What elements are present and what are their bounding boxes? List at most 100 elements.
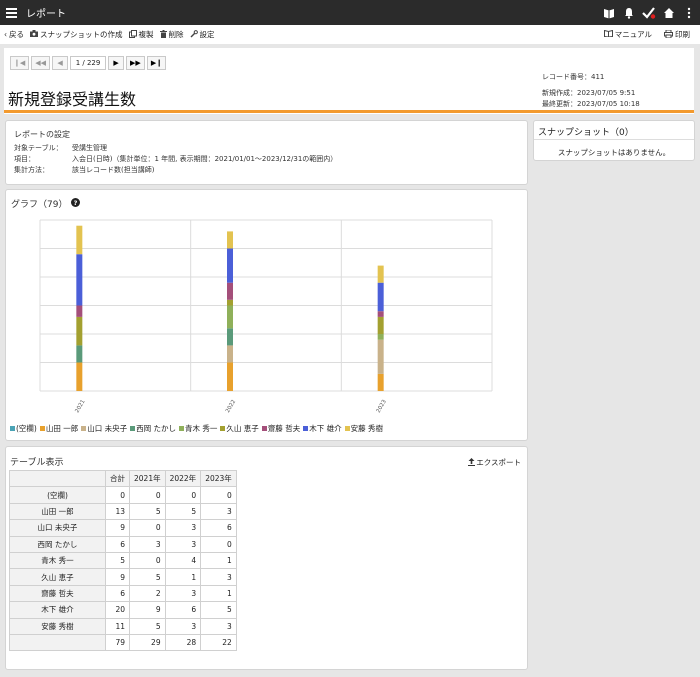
printer-icon xyxy=(664,29,673,40)
print-button[interactable]: 印刷 xyxy=(664,29,690,40)
check-icon[interactable] xyxy=(642,0,656,25)
book-open-icon xyxy=(603,29,613,39)
legend-item[interactable]: 安藤 秀樹 xyxy=(344,423,383,434)
legend-item[interactable]: 山田 一郎 xyxy=(39,423,78,434)
bar-segment[interactable] xyxy=(377,265,384,283)
legend-swatch xyxy=(10,426,15,431)
legend-label: 木下 雄介 xyxy=(309,424,342,433)
table-cell: 5 xyxy=(129,617,166,635)
column-header: 合計 xyxy=(105,469,130,488)
delete-button[interactable]: 削除 xyxy=(159,29,184,40)
column-header: 2023年 xyxy=(200,469,237,488)
data-table: 合計 2021年 2022年 2023年 (空欄) 0 0 0 0 山田 一郎 13 5 5 3 山口 未… xyxy=(9,469,237,652)
bar-segment[interactable] xyxy=(227,231,233,249)
table-cell: 6 xyxy=(105,584,130,603)
copy-button[interactable]: 複製 xyxy=(128,29,154,40)
table-cell: 3 xyxy=(164,519,202,537)
bar-segment[interactable] xyxy=(377,311,384,317)
table-cell: 0 xyxy=(200,535,237,553)
row-label: 山田 一郎 xyxy=(9,502,106,521)
table-cell: 1 xyxy=(200,584,237,603)
more-vertical-icon[interactable] xyxy=(682,0,696,25)
bar-segment[interactable] xyxy=(377,316,384,334)
bar-segment[interactable] xyxy=(377,334,384,340)
bar-segment[interactable] xyxy=(377,373,384,391)
pager: ❙◀ ◀◀ ◀ 1 / 229 ▶ ▶▶ ▶❙ xyxy=(10,56,167,70)
table-cell: 4 xyxy=(164,551,202,570)
bar-segment[interactable] xyxy=(227,299,233,306)
bar-segment[interactable] xyxy=(227,362,233,392)
legend-item[interactable]: (空欄) xyxy=(10,423,37,434)
settings-list: 対象テーブル： 受講生管理 項目： 入会日(日時)（集計単位：1 年間, 表示期間：2… xyxy=(14,142,337,175)
legend-swatch xyxy=(81,426,87,431)
bar-segment[interactable] xyxy=(76,316,83,346)
table-cell: 0 xyxy=(164,486,202,504)
table-cell: 79 xyxy=(105,633,130,652)
table-row: 79 29 28 22 xyxy=(9,633,237,652)
table-cell: 9 xyxy=(105,568,130,586)
legend-label: 久山 恵子 xyxy=(226,424,259,433)
legend-label: 齋藤 哲夫 xyxy=(267,424,301,433)
bell-icon[interactable] xyxy=(622,0,636,25)
bar-segment[interactable] xyxy=(227,282,233,300)
legend-swatch xyxy=(130,426,136,431)
legend-item[interactable]: 木下 雄介 xyxy=(303,423,342,434)
legend-item[interactable]: 久山 恵子 xyxy=(220,423,259,434)
legend-label: 安藤 秀樹 xyxy=(350,424,383,433)
bar-segment[interactable] xyxy=(76,305,83,317)
table-cell: 3 xyxy=(200,502,237,521)
table-cell: 1 xyxy=(164,568,202,586)
last-page-button[interactable]: ▶❙ xyxy=(146,56,167,70)
export-button[interactable]: エクスポート xyxy=(468,457,521,468)
bar-segment[interactable] xyxy=(76,345,83,363)
prev-page-button[interactable]: ◀ xyxy=(52,56,69,70)
next-page-button[interactable]: ▶ xyxy=(108,56,125,70)
bar-segment[interactable] xyxy=(76,362,83,392)
table-cell: 1 xyxy=(200,551,237,570)
table-cell: 0 xyxy=(129,519,166,537)
back-button[interactable]: ‹ 戻る xyxy=(4,29,24,40)
bar-segment[interactable] xyxy=(76,225,83,255)
page-title: 新規登録受講生数 xyxy=(8,90,137,109)
table-heading: テーブル表示 xyxy=(10,458,64,468)
table-cell: 9 xyxy=(105,519,130,537)
legend-item[interactable]: 山口 未央子 xyxy=(81,423,127,434)
legend-swatch xyxy=(261,426,267,431)
menu-icon[interactable] xyxy=(0,0,22,25)
table-cell: 3 xyxy=(200,617,237,635)
top-bar: レポート xyxy=(0,0,700,25)
home-icon[interactable] xyxy=(662,0,676,25)
legend-item[interactable]: 齋藤 哲夫 xyxy=(261,423,301,434)
app-title: レポート xyxy=(26,9,66,20)
bar-segment[interactable] xyxy=(76,254,83,306)
bar-segment[interactable] xyxy=(227,248,233,283)
row-label: (空欄) xyxy=(9,486,106,504)
settings-value: 入会日(日時)（集計単位：1 年間, 表示期間：2021/01/01〜2023/… xyxy=(72,154,338,163)
legend-label: (空欄) xyxy=(16,424,37,433)
table-cell: 6 xyxy=(164,601,202,619)
settings-button[interactable]: 設定 xyxy=(190,29,215,40)
table-cell: 11 xyxy=(105,617,130,635)
legend-item[interactable]: 西岡 たかし xyxy=(130,423,176,434)
snapshot-heading: スナップショット（0） xyxy=(538,128,634,138)
record-number: レコード番号：411 xyxy=(542,73,605,81)
book-icon[interactable] xyxy=(602,0,616,25)
bar-segment[interactable] xyxy=(377,282,384,312)
snapshot-empty-text: スナップショットはありません。 xyxy=(557,148,671,157)
chart-legend: (空欄) 山田 一郎 山口 未央子 西岡 たかし 青木 秀一 久山 恵子 齋藤 哲夫 木下 雄… xyxy=(10,423,383,434)
bar-segment[interactable] xyxy=(377,339,384,374)
x-tick-label: 2022 xyxy=(225,399,237,414)
create-snapshot-button[interactable]: スナップショットの作成 xyxy=(30,29,123,40)
settings-row: 項目： 入会日(日時)（集計単位：1 年間, 表示期間：2021/01/01〜20… xyxy=(14,153,337,164)
next-10-button[interactable]: ▶▶ xyxy=(126,56,145,70)
prev-10-button[interactable]: ◀◀ xyxy=(31,56,51,70)
manual-button[interactable]: マニュアル xyxy=(603,29,652,40)
legend-item[interactable]: 青木 秀一 xyxy=(179,423,217,434)
legend-label: 西岡 たかし xyxy=(136,424,177,433)
table-cell: 5 xyxy=(164,502,202,521)
settings-row: 集計方法： 該当レコード数(担当講師) xyxy=(14,164,337,175)
bar-segment[interactable] xyxy=(227,345,233,363)
first-page-button[interactable]: ❙◀ xyxy=(10,56,30,70)
bar-segment[interactable] xyxy=(227,305,233,329)
bar-segment[interactable] xyxy=(227,328,233,346)
